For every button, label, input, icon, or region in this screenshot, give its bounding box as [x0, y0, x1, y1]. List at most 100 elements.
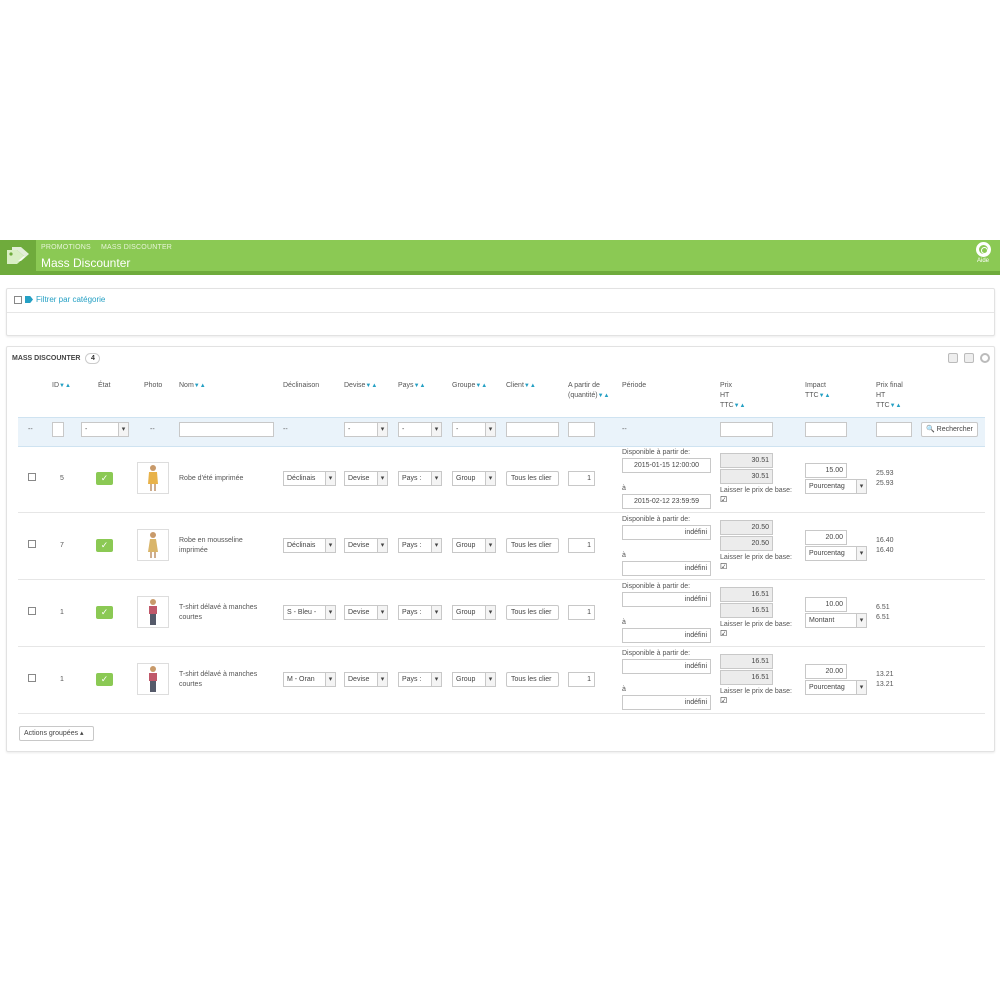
column-header-nom[interactable]: Nom▼▲ [179, 381, 206, 391]
status-enabled-icon[interactable]: ✓ [96, 606, 113, 619]
devise-select[interactable]: Devise [344, 672, 388, 687]
impact-type-select[interactable]: Pourcentag [805, 479, 867, 494]
row-checkbox[interactable] [28, 540, 36, 552]
save-icon[interactable] [948, 353, 958, 363]
keep-base-price-checkbox[interactable]: ☑ [720, 562, 727, 571]
column-header-groupe[interactable]: Groupe▼▲ [452, 381, 487, 391]
sort-arrows-icon[interactable]: ▼▲ [819, 393, 831, 399]
quantity-input[interactable]: 1 [568, 538, 595, 553]
client-button[interactable]: Tous les clier [506, 538, 559, 553]
keep-base-price-checkbox[interactable]: ☑ [720, 696, 727, 705]
pays-select[interactable]: Pays : [398, 471, 442, 486]
devise-filter-select[interactable]: - [344, 422, 388, 437]
help-button[interactable]: Aide [973, 242, 993, 264]
date-from-input[interactable]: indéfini [622, 659, 711, 674]
declinaison-select[interactable]: S - Bleu - [283, 605, 336, 620]
sort-arrows-icon[interactable]: ▼▲ [194, 383, 206, 389]
client-button[interactable]: Tous les clier [506, 672, 559, 687]
sort-arrows-icon[interactable]: ▼▲ [734, 403, 746, 409]
keep-base-price-checkbox[interactable]: ☑ [720, 495, 727, 504]
declinaison-select[interactable]: Déclinais [283, 471, 336, 486]
impact-type-select[interactable]: Pourcentag [805, 680, 867, 695]
price-ttc-input[interactable]: 20.50 [720, 536, 773, 551]
impact-input[interactable]: 20.00 [805, 530, 847, 545]
devise-select[interactable]: Devise [344, 605, 388, 620]
name-filter-input[interactable] [179, 422, 274, 437]
sort-arrows-icon[interactable]: ▼▲ [890, 403, 902, 409]
impact-type-select[interactable]: Pourcentag [805, 546, 867, 561]
date-from-input[interactable]: 2015-01-15 12:00:00 [622, 458, 711, 473]
date-to-input[interactable]: 2015-02-12 23:59:59 [622, 494, 711, 509]
column-header-impact[interactable]: Impact TTC▼▲ [805, 381, 831, 401]
sort-arrows-icon[interactable]: ▼▲ [414, 383, 426, 389]
add-icon[interactable] [964, 353, 974, 363]
search-button[interactable]: 🔍 Rechercher [921, 422, 978, 437]
etat-filter-select[interactable]: - [81, 422, 129, 437]
pays-filter-select[interactable]: - [398, 422, 442, 437]
quantity-input[interactable]: 1 [568, 672, 595, 687]
status-enabled-icon[interactable]: ✓ [96, 539, 113, 552]
status-enabled-icon[interactable]: ✓ [96, 673, 113, 686]
devise-select[interactable]: Devise [344, 538, 388, 553]
date-to-input[interactable]: indéfini [622, 561, 711, 576]
column-header-quantity[interactable]: A partir de (quantité)▼▲ [568, 381, 609, 401]
row-checkbox[interactable] [28, 607, 36, 619]
devise-select[interactable]: Devise [344, 471, 388, 486]
price-ttc-input[interactable]: 16.51 [720, 603, 773, 618]
sort-arrows-icon[interactable]: ▼▲ [475, 383, 487, 389]
pays-select[interactable]: Pays : [398, 538, 442, 553]
id-filter-input[interactable] [52, 422, 64, 437]
column-header-pays[interactable]: Pays▼▲ [398, 381, 425, 391]
client-button[interactable]: Tous les clier [506, 605, 559, 620]
category-filter-label[interactable]: Filtrer par catégorie [36, 295, 105, 304]
date-from-input[interactable]: indéfini [622, 525, 711, 540]
declinaison-select[interactable]: Déclinais [283, 538, 336, 553]
groupe-select[interactable]: Group [452, 672, 496, 687]
keep-base-price-checkbox[interactable]: ☑ [720, 629, 727, 638]
groupe-select[interactable]: Group [452, 538, 496, 553]
price-ht-input[interactable]: 16.51 [720, 654, 773, 669]
quantity-input[interactable]: 1 [568, 471, 595, 486]
column-header-final[interactable]: Prix final HT TTC▼▲ [876, 381, 903, 411]
sort-arrows-icon[interactable]: ▼▲ [59, 383, 71, 389]
breadcrumb-item-promotions[interactable]: PROMOTIONS [41, 244, 91, 251]
groupe-select[interactable]: Group [452, 471, 496, 486]
date-to-input[interactable]: indéfini [622, 628, 711, 643]
groupe-filter-select[interactable]: - [452, 422, 496, 437]
client-button[interactable]: Tous les clier [506, 471, 559, 486]
pays-select[interactable]: Pays : [398, 672, 442, 687]
column-header-id[interactable]: ID▼▲ [52, 381, 71, 391]
price-filter-input[interactable] [720, 422, 773, 437]
quantity-input[interactable]: 1 [568, 605, 595, 620]
client-filter-input[interactable] [506, 422, 559, 437]
impact-filter-input[interactable] [805, 422, 847, 437]
price-ttc-input[interactable]: 30.51 [720, 469, 773, 484]
pays-select[interactable]: Pays : [398, 605, 442, 620]
final-price-filter-input[interactable] [876, 422, 912, 437]
impact-input[interactable]: 15.00 [805, 463, 847, 478]
row-checkbox[interactable] [28, 473, 36, 485]
sort-arrows-icon[interactable]: ▼▲ [524, 383, 536, 389]
column-header-prix[interactable]: Prix HT TTC▼▲ [720, 381, 746, 411]
category-filter-checkbox[interactable] [14, 295, 22, 304]
declinaison-select[interactable]: M - Oran [283, 672, 336, 687]
column-header-devise[interactable]: Devise▼▲ [344, 381, 377, 391]
refresh-icon[interactable] [980, 353, 990, 363]
impact-input[interactable]: 20.00 [805, 664, 847, 679]
price-ht-input[interactable]: 16.51 [720, 587, 773, 602]
bulk-actions-button[interactable]: Actions groupées ▴ [19, 726, 94, 741]
row-checkbox[interactable] [28, 674, 36, 686]
status-enabled-icon[interactable]: ✓ [96, 472, 113, 485]
date-to-input[interactable]: indéfini [622, 695, 711, 710]
sort-arrows-icon[interactable]: ▼▲ [365, 383, 377, 389]
impact-input[interactable]: 10.00 [805, 597, 847, 612]
price-ht-input[interactable]: 30.51 [720, 453, 773, 468]
impact-type-select[interactable]: Montant [805, 613, 867, 628]
price-ttc-input[interactable]: 16.51 [720, 670, 773, 685]
column-header-client[interactable]: Client▼▲ [506, 381, 536, 391]
sort-arrows-icon[interactable]: ▼▲ [598, 393, 610, 399]
date-from-input[interactable]: indéfini [622, 592, 711, 607]
quantity-filter-input[interactable] [568, 422, 595, 437]
price-ht-input[interactable]: 20.50 [720, 520, 773, 535]
breadcrumb-item-mass-discounter[interactable]: MASS DISCOUNTER [101, 244, 172, 251]
